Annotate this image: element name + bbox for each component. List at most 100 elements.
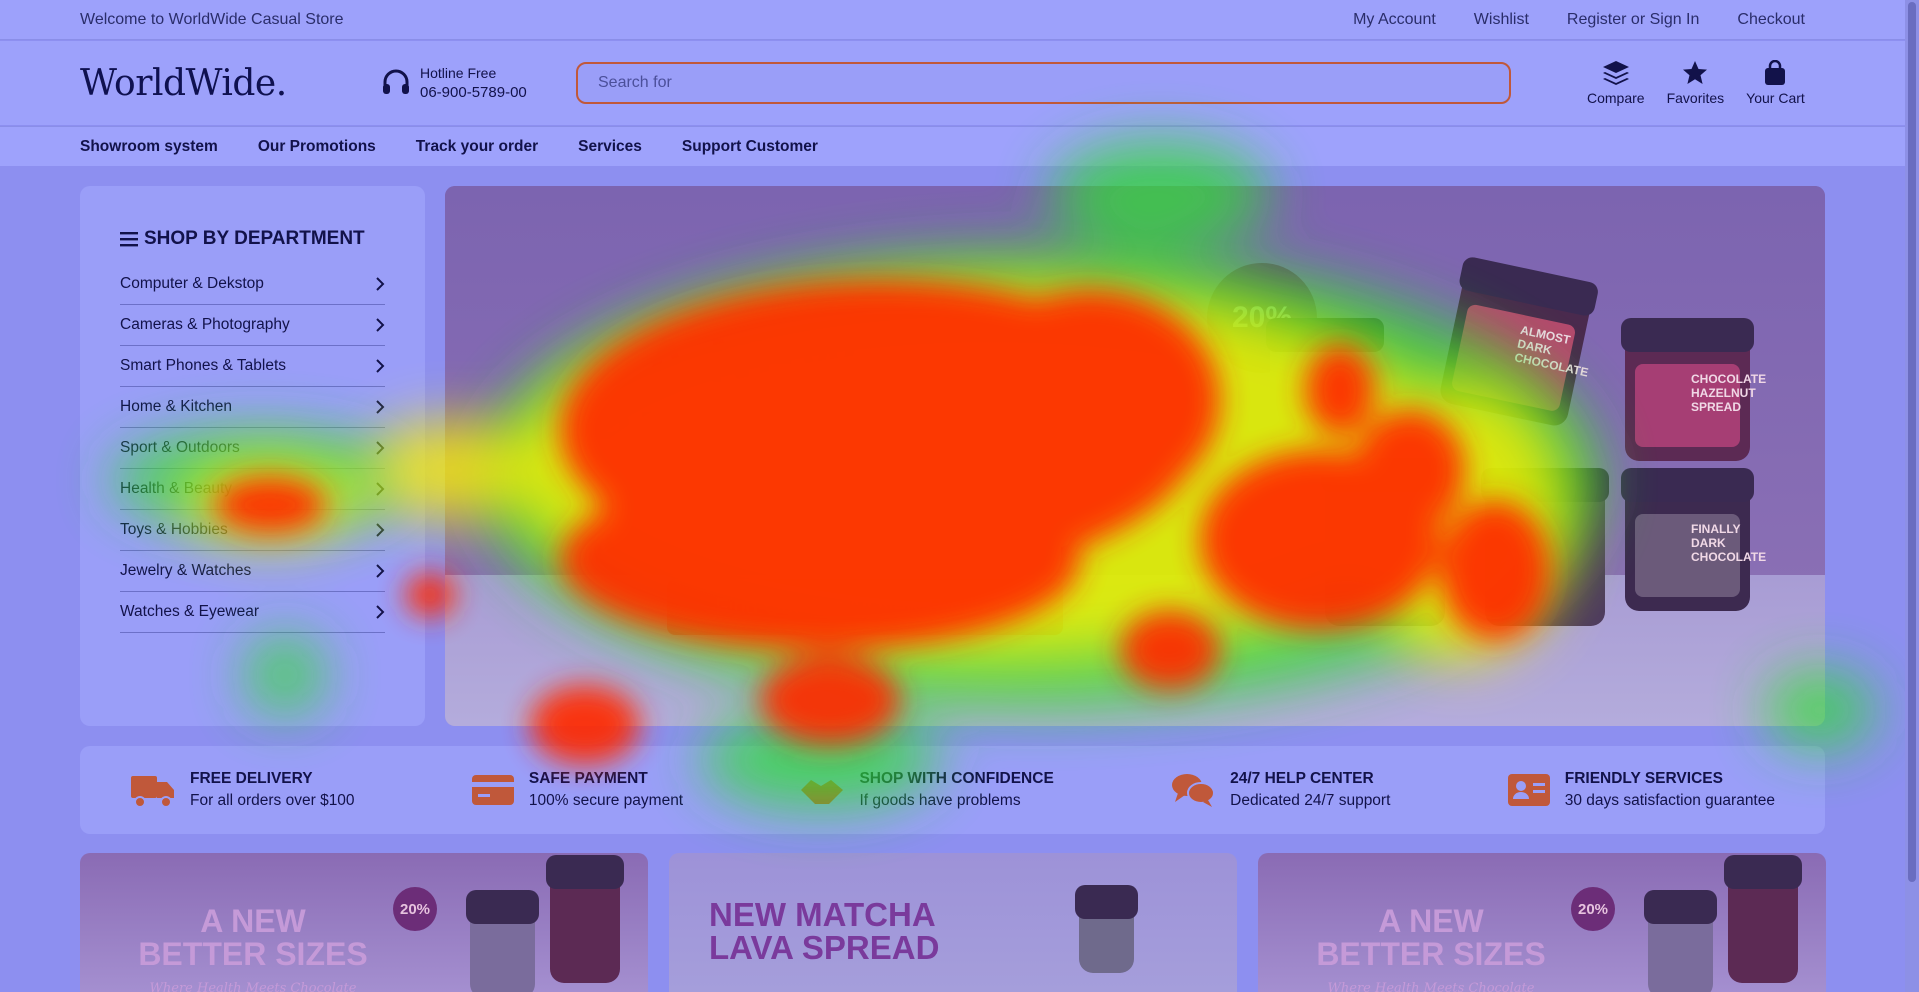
dept-item-phones[interactable]: Smart Phones & Tablets [120, 346, 385, 387]
chevron-right-icon [376, 441, 385, 455]
promo-discount-badge: 20% [393, 887, 437, 931]
checkout-link[interactable]: Checkout [1737, 11, 1805, 29]
feature-title: FRIENDLY SERVICES [1564, 770, 1723, 787]
dept-item-label: Watches & Eyewear [120, 603, 259, 620]
feature-title: SAFE PAYMENT [528, 770, 648, 787]
wishlist-link[interactable]: Wishlist [1474, 11, 1529, 29]
header-actions: Compare Favorites Your Cart [1587, 60, 1805, 106]
my-account-link[interactable]: My Account [1353, 11, 1436, 29]
product-jar [1266, 318, 1384, 476]
dept-item-toys[interactable]: Toys & Hobbies [120, 510, 385, 551]
hero-table-surface [445, 574, 1825, 726]
jar-label: FINALLY DARK CHOCOLATE [1635, 514, 1766, 597]
dept-item-label: Toys & Hobbies [120, 521, 228, 538]
product-jar [546, 855, 624, 983]
favorites-label: Favorites [1666, 90, 1725, 106]
hotline-label: Hotline Free [420, 65, 497, 81]
promo-title: A NEW BETTER SIZES [1316, 903, 1546, 972]
features-bar: FREE DELIVERY For all orders over $100 S… [80, 746, 1825, 834]
dept-item-health[interactable]: Health & Beauty [120, 469, 385, 510]
layers-icon [1602, 61, 1629, 85]
register-signin-link[interactable]: Register or Sign In [1567, 11, 1700, 29]
hero-heading-line2: BETTER SIZES [585, 397, 1111, 475]
logo[interactable]: WorldWide. [80, 63, 380, 104]
product-jar: ALMOST DARK CHOCOLATE [1437, 255, 1600, 429]
promo-subtitle: Where Health Meets Chocolate [149, 981, 357, 992]
jar-lid [1075, 885, 1138, 919]
promo-subtitle: Where Health Meets Chocolate [1327, 981, 1535, 992]
promo-card-matcha[interactable]: NEW MATCHA LAVA SPREAD [669, 853, 1237, 992]
search-box[interactable] [576, 62, 1511, 104]
product-jar [466, 890, 539, 992]
feature-item: FRIENDLY SERVICES 30 days satisfaction g… [1507, 770, 1775, 810]
chevron-right-icon [376, 359, 385, 373]
hero-tagline: Where Health Meets Chocolate [645, 491, 1028, 519]
feature-subtitle: 30 days satisfaction guarantee [1564, 792, 1775, 809]
feature-item: SAFE PAYMENT 100% secure payment [471, 770, 683, 810]
dept-item-computer[interactable]: Computer & Dekstop [120, 264, 385, 305]
chevron-right-icon [376, 482, 385, 496]
feature-title: 24/7 HELP CENTER [1230, 770, 1374, 787]
feature-title: FREE DELIVERY [190, 770, 313, 787]
product-jar [1321, 458, 1449, 626]
department-title-text: SHOP BY DEPARTMENT [144, 228, 365, 249]
dept-item-jewelry[interactable]: Jewelry & Watches [120, 551, 385, 592]
dept-item-label: Computer & Dekstop [120, 275, 264, 292]
chevron-right-icon [376, 318, 385, 332]
promo-discount-badge: 20% [1571, 887, 1615, 931]
department-title: SHOP BY DEPARTMENT [120, 228, 385, 250]
hero-heading-line1: A NEW [645, 327, 860, 396]
page-scrollbar[interactable] [1905, 0, 1919, 992]
cart-label: Your Cart [1746, 90, 1805, 106]
dept-item-cameras[interactable]: Cameras & Photography [120, 305, 385, 346]
dept-item-sport[interactable]: Sport & Outdoors [120, 428, 385, 469]
promo-card-better-sizes[interactable]: A NEW BETTER SIZES Where Health Meets Cho… [80, 853, 648, 992]
jar-lid [1644, 890, 1717, 924]
hero-cta-button[interactable]: Find Out Our All New Products [667, 579, 1063, 635]
feature-item: 24/7 HELP CENTER Dedicated 24/7 support [1170, 770, 1390, 810]
nav-promotions[interactable]: Our Promotions [258, 138, 376, 156]
chevron-right-icon [376, 605, 385, 619]
welcome-text: Welcome to WorldWide Casual Store [80, 10, 344, 28]
hero-banner[interactable]: A NEW BETTER SIZES Where Health Meets Ch… [445, 186, 1825, 726]
scrollbar-thumb[interactable] [1908, 2, 1916, 882]
compare-button[interactable]: Compare [1587, 60, 1645, 106]
jar-lid [466, 890, 539, 924]
chevron-right-icon [376, 277, 385, 291]
dept-item-label: Sport & Outdoors [120, 439, 240, 456]
nav-showroom[interactable]: Showroom system [80, 138, 218, 156]
id-card-icon [1507, 774, 1550, 806]
promo-card-better-sizes-2[interactable]: A NEW BETTER SIZES Where Health Meets Cho… [1258, 853, 1826, 992]
credit-card-icon [471, 775, 514, 805]
jar-lid [546, 855, 624, 889]
chevron-right-icon [376, 400, 385, 414]
main-nav: Showroom system Our Promotions Track you… [0, 126, 1905, 166]
promo-title: A NEW BETTER SIZES [138, 903, 368, 972]
truck-icon [131, 776, 174, 808]
star-icon [1683, 61, 1708, 84]
dept-item-label: Smart Phones & Tablets [120, 357, 286, 374]
product-jar [1481, 468, 1609, 626]
feature-item: FREE DELIVERY For all orders over $100 [130, 770, 355, 810]
feature-subtitle: If goods have problems [859, 792, 1021, 809]
jar-lid [1266, 318, 1384, 352]
nav-services[interactable]: Services [578, 138, 642, 156]
product-jar: FINALLY DARK CHOCOLATE [1621, 468, 1766, 611]
dept-item-eyewear[interactable]: Watches & Eyewear [120, 592, 385, 633]
hotline-number: 06-900-5789-00 [420, 84, 527, 101]
dept-item-label: Cameras & Photography [120, 316, 290, 333]
headset-icon [383, 69, 409, 94]
nav-support[interactable]: Support Customer [682, 138, 818, 156]
menu-icon [120, 232, 138, 247]
cart-button[interactable]: Your Cart [1746, 60, 1805, 106]
jar-lid [1621, 318, 1754, 352]
search-input[interactable] [598, 74, 1489, 92]
jar-lid [1621, 468, 1754, 502]
jar-label: ALMOST DARK CHOCOLATE [1450, 303, 1590, 413]
top-links: My Account Wishlist Register or Sign In … [1353, 11, 1805, 29]
dept-item-home[interactable]: Home & Kitchen [120, 387, 385, 428]
nav-track-order[interactable]: Track your order [416, 138, 538, 156]
favorites-button[interactable]: Favorites [1666, 60, 1725, 106]
chevron-right-icon [376, 564, 385, 578]
compare-label: Compare [1587, 90, 1645, 106]
